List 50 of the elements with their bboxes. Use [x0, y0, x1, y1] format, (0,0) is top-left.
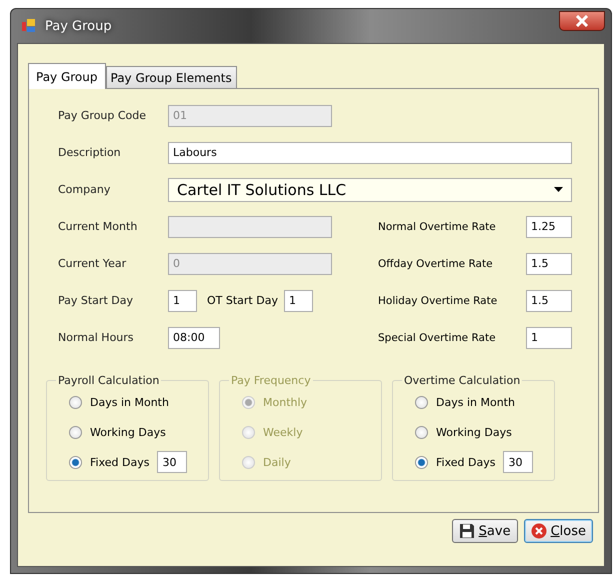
field-label: Company [58, 183, 112, 196]
input-field[interactable]: 1.5 [526, 290, 572, 312]
field-label: Special Overtime Rate [378, 332, 497, 344]
tab[interactable]: Pay Group [28, 63, 106, 89]
input-field[interactable]: 1.25 [526, 216, 572, 238]
group-title: Payroll Calculation [57, 374, 160, 387]
option-label: Days in Month [436, 396, 515, 408]
radio-button[interactable] [415, 396, 428, 408]
group-title: Pay Frequency [230, 374, 312, 387]
input-field[interactable]: 08:00 [168, 326, 220, 348]
group-title: Overtime Calculation [403, 374, 522, 387]
option-label: Weekly [263, 426, 303, 438]
field-label: Current Month [58, 220, 138, 233]
window-title: Pay Group [45, 18, 112, 34]
field-label: Normal Hours [58, 331, 135, 344]
field-label: OT Start Day [207, 294, 278, 307]
dropdown[interactable]: Cartel IT Solutions LLC [168, 178, 572, 202]
field-label: Current Year [58, 257, 128, 270]
option-label: Daily [263, 456, 291, 468]
close-button[interactable]: Close [524, 519, 593, 543]
input-field[interactable]: 1.5 [526, 252, 572, 274]
input-field[interactable]: 1 [526, 326, 572, 348]
caret-icon [554, 187, 563, 192]
field-label: Offday Overtime Rate [378, 258, 494, 270]
input-field[interactable]: 30 [503, 451, 534, 473]
input-field[interactable]: 30 [157, 451, 188, 473]
radio-button[interactable] [69, 456, 82, 468]
option-label: Working Days [90, 426, 166, 438]
close-icon [530, 523, 547, 539]
app-icon [21, 18, 37, 34]
radio-button[interactable] [415, 456, 428, 468]
field-label: Normal Overtime Rate [378, 220, 497, 232]
save-button[interactable]: Save [452, 519, 518, 543]
field-label: Description [58, 146, 122, 159]
tab[interactable]: Pay Group Elements [106, 66, 237, 88]
option-label: Fixed Days [436, 456, 496, 468]
option-label: Days in Month [90, 396, 169, 408]
radio-button[interactable] [415, 426, 428, 438]
close-icon[interactable] [559, 11, 605, 31]
radio-button[interactable] [69, 426, 82, 438]
field-label: Pay Group Code [58, 109, 148, 122]
option-label: Monthly [263, 396, 308, 408]
input-field[interactable]: Labours [168, 142, 572, 164]
input-field[interactable]: 1 [284, 290, 313, 312]
field-label: Pay Start Day [58, 294, 134, 307]
field-label: Holiday Overtime Rate [378, 294, 498, 306]
option-label: Working Days [436, 426, 512, 438]
input-field[interactable]: 1 [168, 290, 197, 312]
option-label: Fixed Days [90, 456, 150, 468]
radio-button[interactable] [69, 396, 82, 408]
